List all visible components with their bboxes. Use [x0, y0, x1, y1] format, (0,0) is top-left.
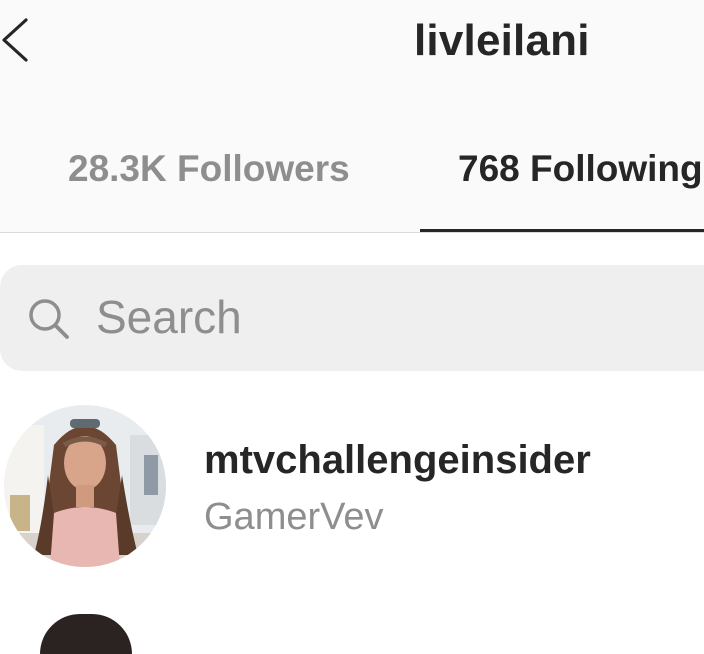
- search-input[interactable]: [96, 287, 656, 347]
- search-icon: [26, 296, 72, 342]
- list-item[interactable]: mtvchallengeinsider GamerVev: [0, 400, 704, 570]
- tab-following[interactable]: 768 Following: [458, 148, 703, 190]
- list-item-username[interactable]: mtvchallengeinsider: [204, 438, 591, 483]
- list-item-full-name: GamerVev: [204, 496, 384, 538]
- header-area: livleilani 28.3K Followers 768 Following: [0, 0, 704, 232]
- page-title: livleilani: [414, 16, 590, 65]
- chevron-left-icon: [0, 14, 36, 66]
- avatar[interactable]: [4, 405, 166, 567]
- tab-followers[interactable]: 28.3K Followers: [68, 148, 350, 190]
- search-bar[interactable]: [0, 265, 704, 371]
- tabs-divider: [0, 232, 704, 233]
- back-button[interactable]: [0, 14, 36, 66]
- avatar[interactable]: [40, 614, 132, 654]
